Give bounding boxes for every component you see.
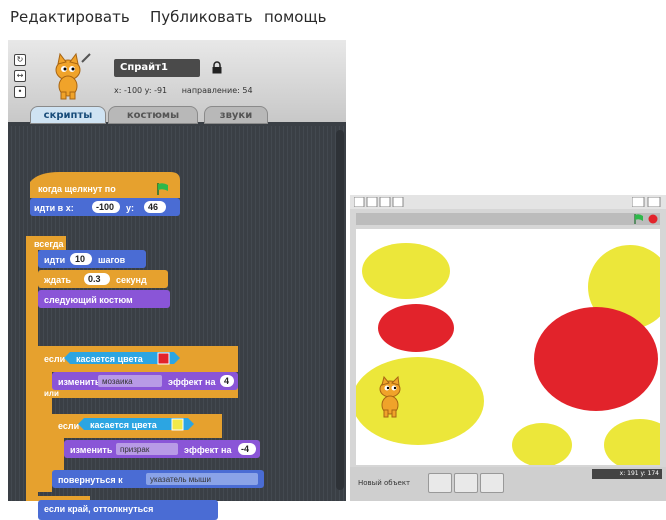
stage-tool-row [350, 195, 666, 209]
stage-tools-icons[interactable] [354, 197, 414, 207]
coords-text: x: -100 y: -91 [114, 86, 168, 95]
move-label: идти [44, 255, 65, 265]
change1-dropdown-value: мозаика [102, 377, 133, 386]
hat-label: когда щелкнут по [38, 184, 116, 194]
stage-controls [356, 213, 660, 225]
lock-icon[interactable] [212, 61, 222, 74]
if2-label: если [58, 421, 79, 431]
change2-suffix: эффект на [184, 445, 232, 455]
direction-label: направление: [181, 86, 240, 95]
sprite-thumbnail-cat-icon [55, 52, 91, 100]
scripts-panel: ↻ ↔ • Спрайт1 x: -100 y: -91 направление… [8, 40, 346, 520]
goto-x-value: -100 [96, 202, 114, 212]
change1-label: изменить [58, 377, 101, 387]
next-costume-label: следующий костюм [44, 295, 133, 305]
new-sprite-label: Новый объект [358, 479, 411, 487]
forever-label: всегда [34, 239, 64, 249]
rotate-style-all-icon[interactable]: ↻ [14, 54, 26, 66]
if1-label: если [44, 354, 65, 364]
sprite-name-field[interactable]: Спрайт1 [114, 59, 200, 77]
else-label: или [44, 389, 59, 398]
stop-icon[interactable] [648, 214, 658, 224]
tab-bar: скрипты костюмы звуки [8, 106, 346, 126]
script-blocks: когда щелкнут по идти в x: -100 y: 46 вс… [26, 172, 264, 502]
yellow-ellipse-4 [512, 423, 572, 465]
random-sprite-icon[interactable] [480, 473, 504, 493]
change1-suffix: эффект на [168, 377, 216, 387]
tab-costumes[interactable]: костюмы [108, 106, 198, 124]
bounce-label: если край, оттолкнуться [44, 504, 154, 514]
move-suffix: шагов [98, 255, 126, 265]
direction-value: 54 [242, 86, 253, 95]
if2-sensing-label: касается цвета [90, 420, 158, 430]
rotate-style-lr-icon[interactable]: ↔ [14, 70, 26, 82]
wait-suffix: секунд [116, 275, 147, 285]
goto-y-value: 46 [148, 202, 158, 212]
stage-panel: Новый объект x: 191 y: 174 [350, 195, 666, 501]
choose-sprite-icon[interactable] [454, 473, 478, 493]
change2-dropdown-value: призрак [120, 445, 150, 454]
stage-drawing [356, 243, 660, 465]
yellow-color-swatch[interactable] [171, 418, 184, 431]
stage-bottom-bar: Новый объект x: 191 y: 174 [350, 467, 666, 501]
scripts-area[interactable]: когда щелкнут по идти в x: -100 y: 46 вс… [8, 126, 346, 520]
stage-canvas[interactable] [356, 229, 660, 465]
menu-help[interactable]: помощь [264, 8, 326, 26]
move-steps-value: 10 [75, 254, 85, 264]
menu-edit[interactable]: Редактировать [10, 8, 130, 26]
rotate-style-none-icon[interactable]: • [14, 86, 26, 98]
stage-size-icons[interactable] [632, 197, 662, 207]
yellow-ellipse-5 [604, 419, 660, 465]
red-color-swatch[interactable] [157, 352, 170, 365]
goto-label: идти в x: [34, 203, 74, 213]
menu-publish[interactable]: Публиковать [150, 8, 253, 26]
sprite-coords: x: -100 y: -91 направление: 54 [114, 86, 253, 95]
bounce-block[interactable]: если край, оттолкнуться [38, 500, 218, 520]
paint-new-sprite-icon[interactable] [428, 473, 452, 493]
tab-sounds[interactable]: звуки [204, 106, 268, 124]
mouse-coords: x: 191 y: 174 [592, 469, 662, 479]
wait-value: 0.3 [88, 274, 101, 284]
goto-y-label: y: [126, 203, 134, 213]
if1-sensing-label: касается цвета [76, 354, 144, 364]
point-dropdown-value: указатель мыши [150, 475, 211, 484]
red-ellipse-1 [378, 304, 454, 352]
red-ellipse-2 [534, 307, 658, 411]
wait-label: ждать [43, 275, 72, 285]
tab-scripts[interactable]: скрипты [30, 106, 106, 124]
yellow-ellipse-1 [362, 243, 450, 299]
menu-bar: Редактировать Публиковать помощь [0, 0, 350, 32]
yellow-ellipse-3 [356, 357, 484, 445]
change2-value: -4 [241, 444, 249, 454]
change2-label: изменить [70, 445, 113, 455]
point-label: повернуться к [58, 475, 123, 485]
green-flag-run-icon[interactable] [634, 214, 644, 224]
change1-value: 4 [224, 376, 229, 386]
scripts-scrollbar[interactable] [336, 130, 344, 490]
